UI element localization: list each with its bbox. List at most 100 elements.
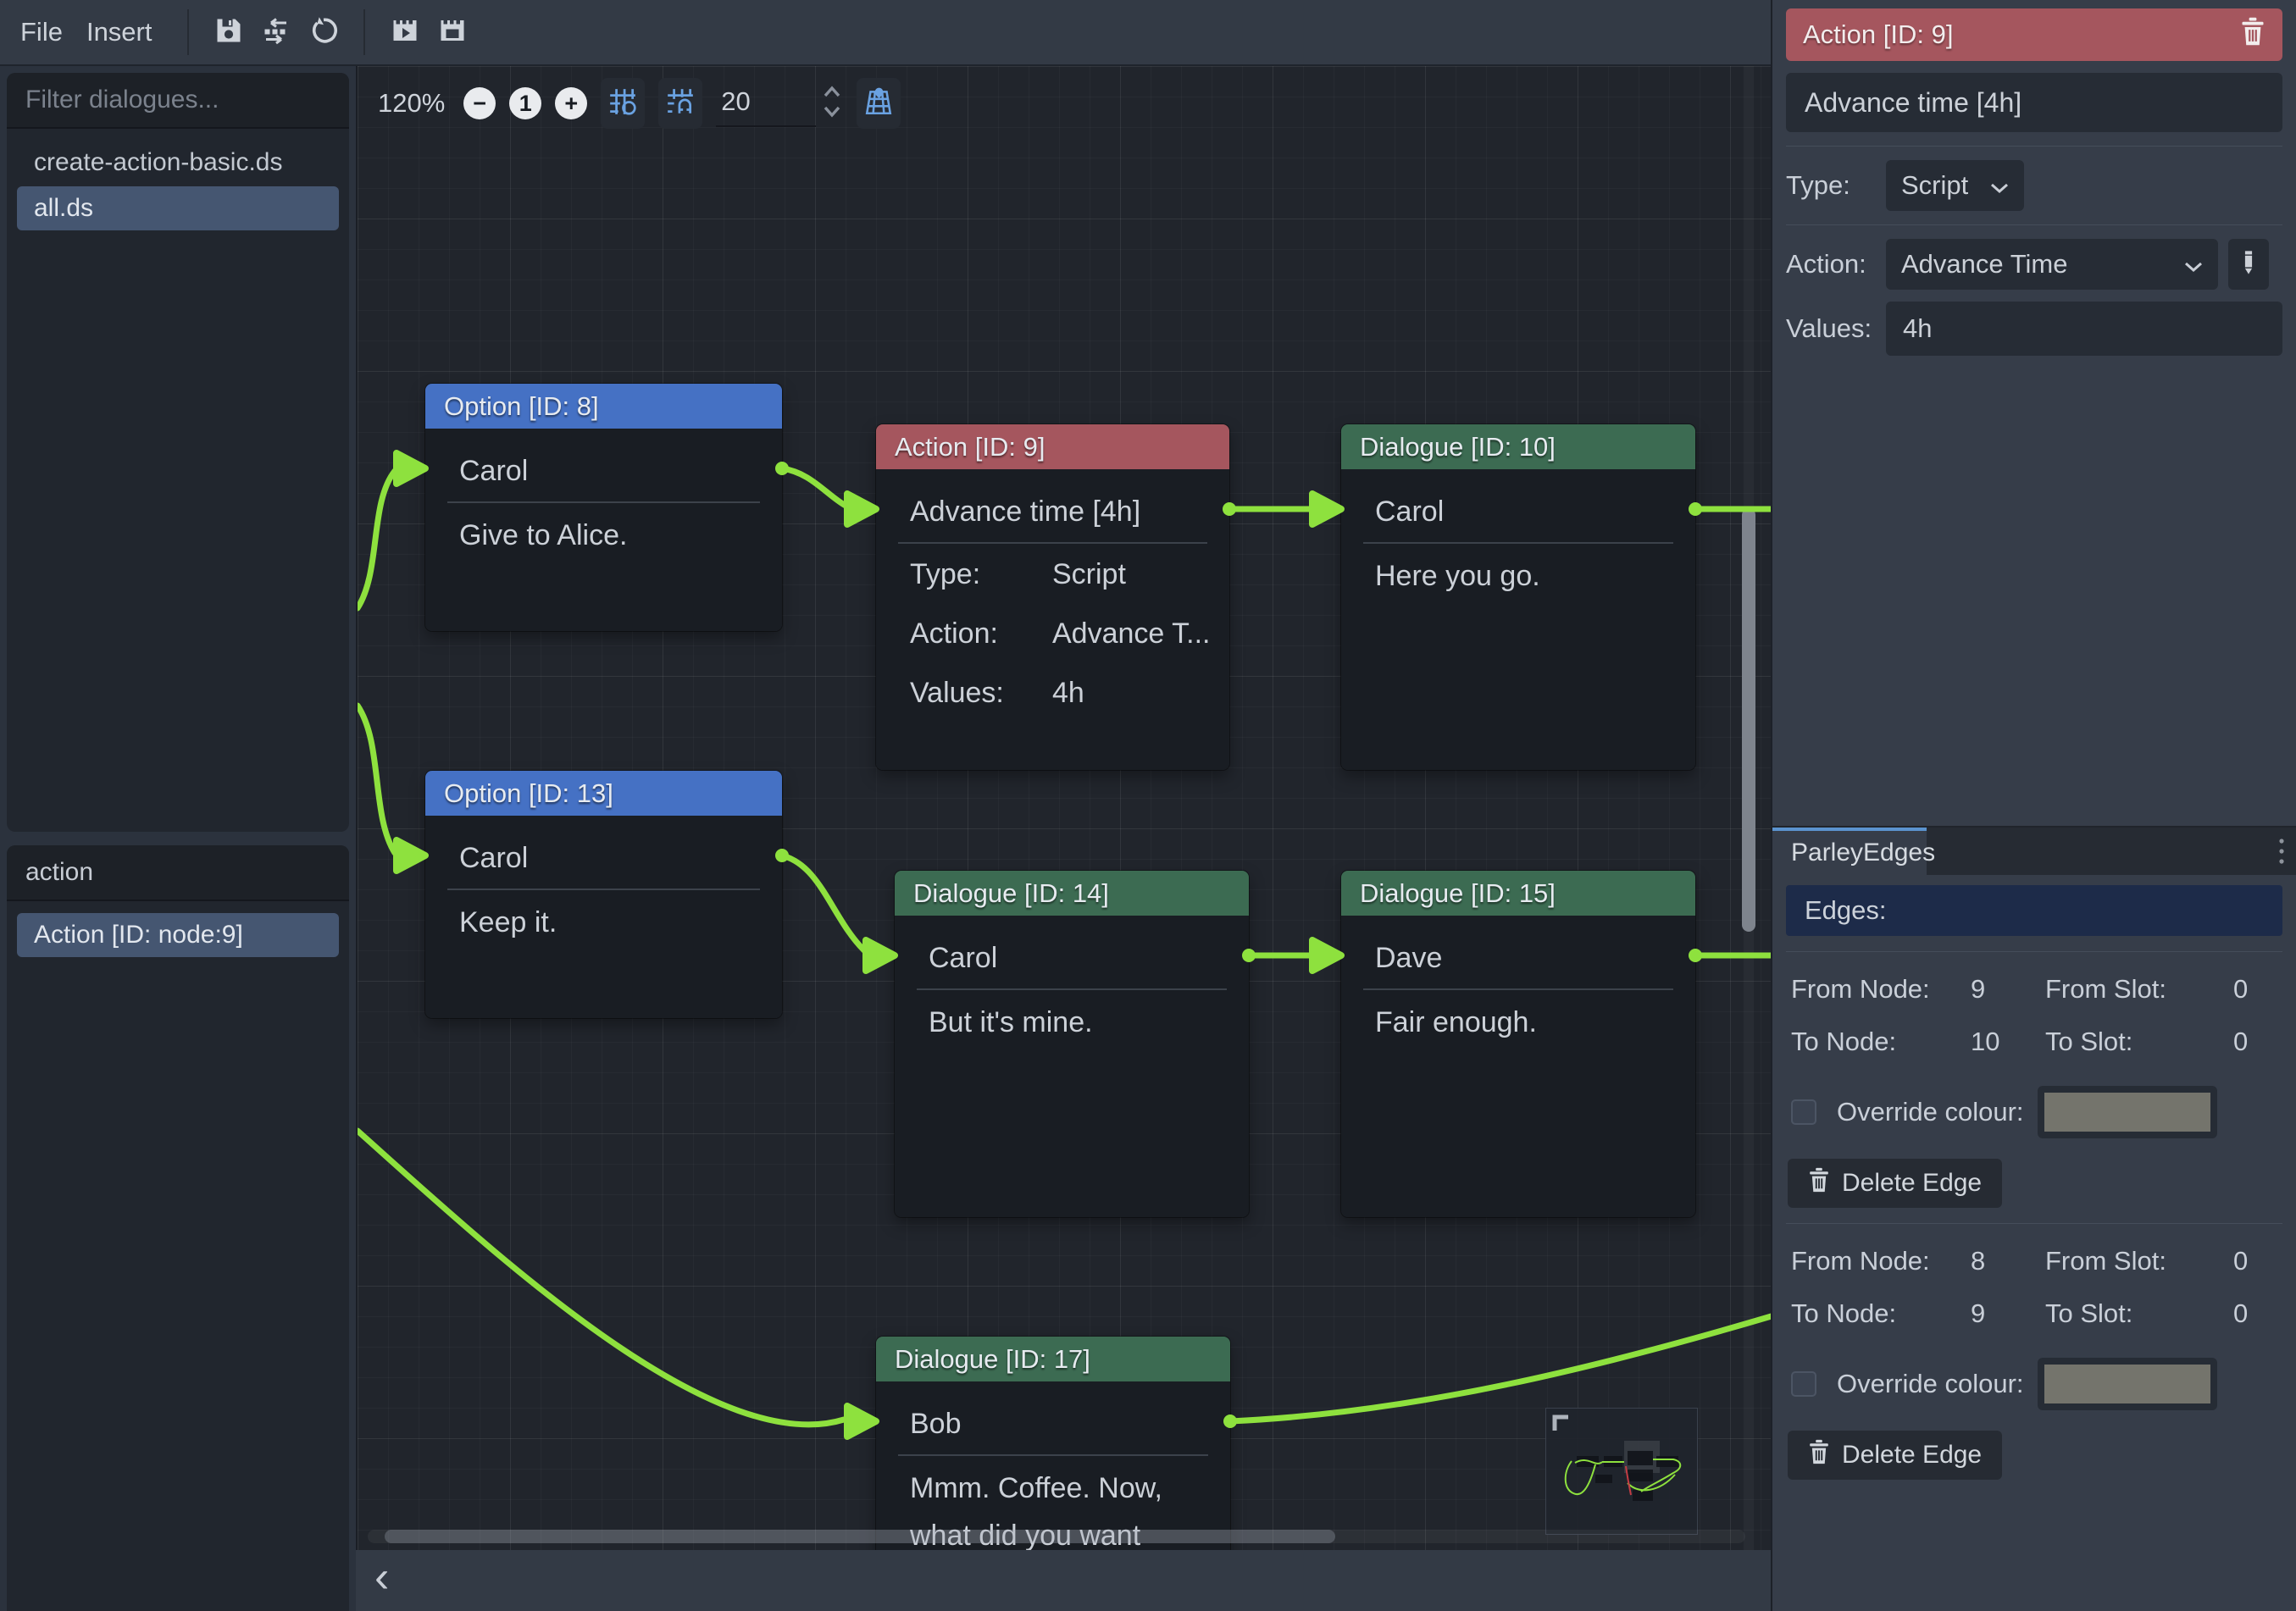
port-arrow-dialogue-15 (1312, 940, 1341, 971)
wire-in-dialogue-17 (358, 1131, 844, 1425)
node-header[interactable]: Dialogue [ID: 10] (1341, 424, 1695, 469)
graph-node-dialogue-14[interactable]: Dialogue [ID: 14] Carol But it's mine. (895, 871, 1249, 1217)
zoom-reset-button[interactable]: 1 (509, 87, 541, 119)
chevron-down-icon (1990, 170, 2009, 201)
graph-node-dialogue-17[interactable]: Dialogue [ID: 17] Bob Mmm. Coffee. Now, … (876, 1337, 1230, 1550)
node-search-input[interactable] (25, 858, 349, 887)
vertical-scrollbar-thumb[interactable] (1742, 508, 1755, 932)
node-text: Keep it. (425, 899, 782, 946)
node-divider (447, 889, 760, 890)
delete-edge-button[interactable]: Delete Edge (1788, 1431, 2002, 1480)
values-label: Values: (1786, 313, 1886, 344)
port-arrow-action-9 (847, 494, 876, 524)
from-slot-value[interactable]: 0 (2233, 1246, 2282, 1276)
colour-picker-button[interactable] (2038, 1086, 2217, 1138)
node-header[interactable]: Action [ID: 9] (876, 424, 1229, 469)
menu-file[interactable]: File (20, 10, 78, 54)
port-arrow-option-13 (397, 840, 425, 871)
colour-picker-button[interactable] (2038, 1358, 2217, 1410)
node-speaker: Carol (1341, 488, 1695, 535)
type-dropdown[interactable]: Script (1886, 160, 2024, 211)
node-header[interactable]: Option [ID: 8] (425, 384, 782, 429)
undo-button[interactable] (304, 9, 343, 55)
from-node-value[interactable]: 9 (1971, 974, 2045, 1005)
wire-out-dialogue-17 (1230, 1315, 1771, 1421)
node-field-values: Values: 4h (876, 669, 1229, 717)
wire-in-option-13 (358, 706, 395, 853)
node-header[interactable]: Option [ID: 13] (425, 771, 782, 816)
collapse-sidebar-chevron-left-icon[interactable]: ‹ (374, 1555, 389, 1606)
minimap[interactable] (1545, 1408, 1698, 1535)
edges-list-header[interactable]: Edges: (1786, 885, 2282, 936)
action-dropdown[interactable]: Advance Time (1886, 239, 2218, 290)
snap-grid-icon (607, 86, 638, 121)
edit-action-button[interactable] (2228, 239, 2269, 290)
tab-parley-edges[interactable]: ParleyEdges (1772, 828, 1927, 875)
from-slot-value[interactable]: 0 (2233, 974, 2282, 1005)
filter-dialogues-row (7, 73, 349, 129)
file-item-create-action-basic[interactable]: create-action-basic.ds (17, 141, 339, 185)
node-search-row (7, 845, 349, 901)
to-node-value[interactable]: 10 (1971, 1027, 2045, 1057)
node-name: Advance time [4h] (876, 488, 1229, 535)
new-dialogue-button[interactable] (433, 9, 472, 55)
node-body: Carol Here you go. (1341, 469, 1695, 770)
horizontal-scrollbar-track[interactable] (368, 1530, 1745, 1543)
node-text: But it's mine. (895, 999, 1249, 1046)
node-header[interactable]: Dialogue [ID: 14] (895, 871, 1249, 916)
new-dialogue-icon (437, 15, 468, 50)
node-header[interactable]: Dialogue [ID: 17] (876, 1337, 1230, 1381)
from-node-value[interactable]: 8 (1971, 1246, 2045, 1276)
zoom-in-button[interactable]: + (555, 87, 587, 119)
node-header[interactable]: Dialogue [ID: 15] (1341, 871, 1695, 916)
horizontal-scrollbar-thumb[interactable] (385, 1530, 1335, 1543)
toggle-minimap-button[interactable] (857, 78, 901, 129)
override-colour-checkbox[interactable] (1791, 1099, 1816, 1125)
node-speaker: Dave (1341, 934, 1695, 982)
menu-insert[interactable]: Insert (86, 10, 168, 54)
filter-dialogues-input[interactable] (25, 86, 349, 114)
snap-distance-control: 20 (716, 80, 843, 127)
graph-node-option-13[interactable]: Option [ID: 13] Carol Keep it. (425, 771, 782, 1018)
toolbar-separator (187, 9, 189, 55)
to-node-value[interactable]: 9 (1971, 1298, 2045, 1329)
override-colour-checkbox[interactable] (1791, 1371, 1816, 1397)
graph-node-dialogue-15[interactable]: Dialogue [ID: 15] Dave Fair enough. (1341, 871, 1695, 1217)
graph-node-action-9[interactable]: Action [ID: 9] Advance time [4h] Type: S… (876, 424, 1229, 770)
edge-block-9-10: From Node: 9 From Slot: 0 To Node: 10 To… (1786, 974, 2282, 1208)
delete-edge-button[interactable]: Delete Edge (1788, 1159, 2002, 1208)
file-item-all[interactable]: all.ds (17, 186, 339, 230)
toggle-grid-button[interactable] (601, 78, 645, 129)
values-field[interactable]: 4h (1886, 302, 2282, 356)
save-button[interactable] (209, 9, 248, 55)
search-result-action-node-9[interactable]: Action [ID: node:9] (17, 913, 339, 957)
toggle-snap-button[interactable] (658, 78, 702, 129)
graph-canvas[interactable]: Option [ID: 8] Carol Give to Alice. Acti… (356, 66, 1771, 1550)
action-label: Action: (1786, 249, 1886, 280)
spinner-arrows-icon[interactable] (821, 83, 843, 125)
colour-swatch (2044, 1093, 2210, 1132)
zoom-out-button[interactable]: − (463, 87, 496, 119)
snap-distance-input[interactable]: 20 (716, 80, 816, 127)
panel-menu-dots-icon[interactable] (2277, 828, 2296, 875)
reimport-icon (261, 15, 291, 50)
edges-content: Edges: From Node: 9 From Slot: 0 To Node… (1772, 875, 2296, 1490)
node-name-field[interactable]: Advance time [4h] (1786, 73, 2282, 132)
right-panel: Action [ID: 9] Advance time [4h] Type: S… (1771, 0, 2296, 1611)
reimport-button[interactable] (257, 9, 296, 55)
node-inspector: Action [ID: 9] Advance time [4h] Type: S… (1772, 0, 2296, 356)
graph-node-dialogue-10[interactable]: Dialogue [ID: 10] Carol Here you go. (1341, 424, 1695, 770)
node-text: Give to Alice. (425, 512, 782, 559)
node-text: Fair enough. (1341, 999, 1695, 1046)
graph-node-option-8[interactable]: Option [ID: 8] Carol Give to Alice. (425, 384, 782, 631)
chevron-down-icon (2184, 249, 2203, 280)
colour-swatch (2044, 1365, 2210, 1403)
run-dialogue-button[interactable] (385, 9, 424, 55)
node-field-action: Action: Advance T... (876, 610, 1229, 657)
minimap-icon (863, 86, 894, 121)
to-slot-value[interactable]: 0 (2233, 1298, 2282, 1329)
pencil-icon (2240, 250, 2257, 280)
menubar: File Insert (0, 0, 1771, 66)
delete-node-trash-icon[interactable] (2240, 17, 2265, 53)
to-slot-value[interactable]: 0 (2233, 1027, 2282, 1057)
